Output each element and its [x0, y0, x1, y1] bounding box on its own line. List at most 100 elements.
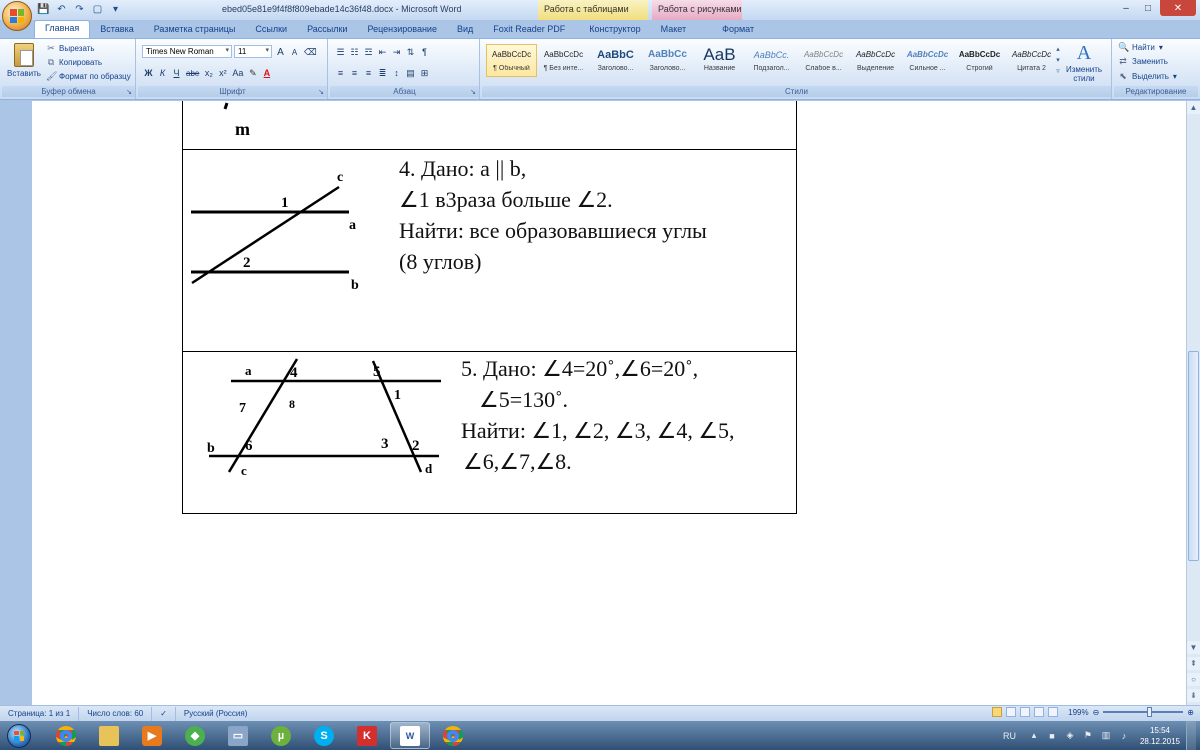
style-subtle-emphasis[interactable]: AaBbCcDc Слабое в...: [798, 44, 849, 77]
clear-format-icon[interactable]: ⌫: [302, 45, 319, 59]
style-subtitle[interactable]: AaBbCc. Подзагол...: [746, 44, 797, 77]
office-button[interactable]: [2, 1, 32, 31]
show-desktop-button[interactable]: [1186, 721, 1196, 750]
scroll-down-icon[interactable]: ▼: [1187, 641, 1200, 654]
style-no-spacing[interactable]: AaBbCcDc ¶ Без инте...: [538, 44, 589, 77]
document-page[interactable]: m c a b 1 2 4. Дано: a || b, ∠1 в3раза б…: [32, 101, 1186, 705]
cut-button[interactable]: ✂ Вырезать: [46, 43, 94, 54]
style-heading1[interactable]: AaBbC Заголово...: [590, 44, 641, 77]
taskbar-word[interactable]: W: [390, 722, 430, 749]
align-right-icon[interactable]: ≡: [362, 66, 375, 80]
close-button[interactable]: ✕: [1160, 0, 1196, 16]
zoom-level[interactable]: 199%: [1068, 708, 1088, 717]
tab-references[interactable]: Ссылки: [245, 22, 297, 38]
bold-button[interactable]: Ж: [142, 66, 155, 80]
tab-view[interactable]: Вид: [447, 22, 483, 38]
subscript-button[interactable]: x₂: [202, 66, 215, 80]
start-button[interactable]: [2, 722, 36, 750]
full-screen-icon[interactable]: [1006, 707, 1017, 717]
taskbar-chrome-2[interactable]: [433, 722, 473, 749]
font-size-combo[interactable]: 11 ▾: [234, 45, 272, 58]
customize-qat-icon[interactable]: ▾: [108, 2, 123, 17]
taskbar-chrome[interactable]: [46, 722, 86, 749]
tab-foxit[interactable]: Foxit Reader PDF: [483, 22, 575, 38]
shading-icon[interactable]: ▤: [404, 66, 417, 80]
styles-scroll[interactable]: ▴ ▾ ▿: [1054, 44, 1062, 77]
borders-icon[interactable]: ⊞: [418, 66, 431, 80]
superscript-button[interactable]: x²: [216, 66, 229, 80]
next-page-icon[interactable]: ⇟: [1187, 689, 1200, 702]
increase-indent-icon[interactable]: ⇥: [390, 45, 403, 59]
web-layout-icon[interactable]: [1020, 707, 1031, 717]
scrollbar-thumb[interactable]: [1188, 351, 1199, 561]
zoom-in-icon[interactable]: ⊕: [1187, 708, 1194, 717]
language-indicator[interactable]: Русский (Россия): [176, 707, 255, 721]
taskbar-skype[interactable]: S: [304, 722, 344, 749]
font-name-combo[interactable]: Times New Roman ▾: [142, 45, 232, 58]
zoom-out-icon[interactable]: ⊖: [1093, 708, 1100, 717]
taskbar-explorer[interactable]: [89, 722, 129, 749]
tray-app-icon[interactable]: ■: [1046, 730, 1058, 742]
word-count[interactable]: Число слов: 60: [79, 706, 153, 721]
change-styles-button[interactable]: A Изменить стили: [1062, 42, 1106, 83]
tab-insert[interactable]: Вставка: [90, 22, 143, 38]
dialog-launcher-icon[interactable]: ↘: [470, 88, 476, 96]
outline-icon[interactable]: [1034, 707, 1045, 717]
minimize-button[interactable]: –: [1116, 0, 1136, 16]
prev-page-icon[interactable]: ⇞: [1187, 657, 1200, 670]
tray-volume-icon[interactable]: ♪: [1118, 730, 1130, 742]
underline-button[interactable]: Ч: [170, 66, 183, 80]
dialog-launcher-icon[interactable]: ↘: [318, 88, 324, 96]
style-strong[interactable]: AaBbCcDc Строгий: [954, 44, 1005, 77]
highlight-icon[interactable]: ✎: [246, 66, 259, 80]
undo-icon[interactable]: ↶: [54, 2, 69, 17]
font-color-icon[interactable]: A: [260, 66, 273, 80]
page-indicator[interactable]: Страница: 1 из 1: [0, 706, 80, 721]
tray-flag-icon[interactable]: ⚑: [1082, 730, 1094, 742]
proofing-icon[interactable]: ✓: [152, 706, 176, 721]
multilevel-list-icon[interactable]: ☲: [362, 45, 375, 59]
line-spacing-icon[interactable]: ↕: [390, 66, 403, 80]
print-layout-icon[interactable]: [992, 707, 1003, 717]
replace-button[interactable]: ⇄ Заменить: [1118, 56, 1168, 67]
dialog-launcher-icon[interactable]: ↘: [126, 88, 132, 96]
zoom-slider-knob[interactable]: [1147, 707, 1153, 717]
numbering-icon[interactable]: ☷: [348, 45, 361, 59]
shrink-font-button[interactable]: A: [288, 45, 301, 59]
taskbar-utility[interactable]: ◆: [175, 722, 215, 749]
browse-object-icon[interactable]: ○: [1187, 673, 1200, 686]
tray-shield-icon[interactable]: ◈: [1064, 730, 1076, 742]
tab-design[interactable]: Конструктор: [579, 22, 650, 38]
align-center-icon[interactable]: ≡: [348, 66, 361, 80]
scroll-up-icon[interactable]: ▲: [1187, 101, 1200, 114]
tab-page-layout[interactable]: Разметка страницы: [144, 22, 246, 38]
select-button[interactable]: ⬉ Выделить ▾: [1118, 71, 1177, 82]
tab-layout[interactable]: Макет: [651, 22, 696, 38]
taskbar-network[interactable]: ▭: [218, 722, 258, 749]
draft-icon[interactable]: [1048, 707, 1059, 717]
style-emphasis[interactable]: AaBbCcDc Выделение: [850, 44, 901, 77]
style-normal[interactable]: AaBbCcDc ¶ Обычный: [486, 44, 537, 77]
paste-button[interactable]: Вставить: [6, 43, 42, 85]
italic-button[interactable]: К: [156, 66, 169, 80]
taskbar-kaspersky[interactable]: K: [347, 722, 387, 749]
taskbar-utorrent[interactable]: µ: [261, 722, 301, 749]
format-painter-button[interactable]: 🖌 Формат по образцу: [46, 71, 131, 82]
style-title[interactable]: AaB Название: [694, 44, 745, 77]
style-intense-emphasis[interactable]: AaBbCcDc Сильное ...: [902, 44, 953, 77]
maximize-button[interactable]: □: [1138, 0, 1158, 16]
language-indicator-tray[interactable]: RU: [1003, 731, 1016, 741]
show-marks-button[interactable]: ¶: [418, 45, 431, 59]
save-icon[interactable]: 💾: [36, 2, 51, 17]
tray-arrow-icon[interactable]: ▴: [1028, 730, 1040, 742]
decrease-indent-icon[interactable]: ⇤: [376, 45, 389, 59]
find-button[interactable]: 🔍 Найти ▾: [1118, 42, 1163, 53]
sort-icon[interactable]: ⇅: [404, 45, 417, 59]
tab-format[interactable]: Формат: [712, 22, 764, 38]
vertical-scrollbar[interactable]: ▲ ▼ ⇞ ○ ⇟: [1186, 101, 1200, 705]
grow-font-button[interactable]: A: [274, 45, 287, 59]
tab-mailings[interactable]: Рассылки: [297, 22, 357, 38]
new-doc-icon[interactable]: ▢: [90, 2, 105, 17]
change-case-button[interactable]: Aa: [230, 66, 245, 80]
zoom-slider[interactable]: [1103, 707, 1184, 717]
